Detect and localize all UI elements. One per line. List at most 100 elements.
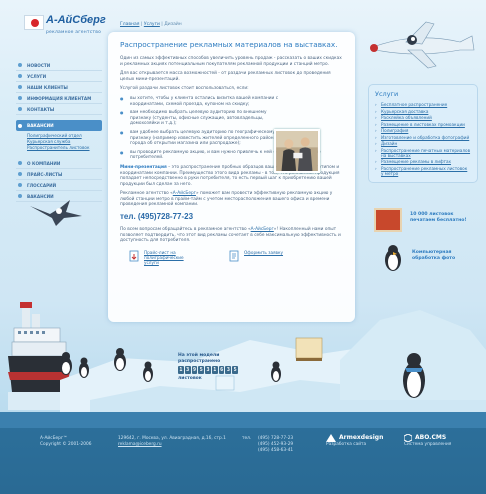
- action-label: Оформить заявку: [244, 249, 284, 255]
- counter-line2: распространено: [178, 358, 221, 364]
- service-link[interactable]: Расклейка объявлений: [375, 115, 471, 120]
- nav-item-prices[interactable]: Прайс-листы: [16, 169, 102, 180]
- promo-text: 10 000 листовок печатаем бесплатно!: [410, 212, 467, 223]
- penguin-icon: [385, 245, 401, 271]
- footer-copyright: Copyright © 2001-2006: [40, 442, 92, 447]
- promo-photo-processing[interactable]: Компьютерная обработка фото: [372, 242, 480, 272]
- nav-item-glossary[interactable]: Глоссарий: [16, 180, 102, 191]
- service-link[interactable]: Полиграфия: [375, 128, 471, 133]
- footer-email-link[interactable]: reklama@iceberg.ru: [118, 442, 226, 448]
- abo-subtitle: Система управления: [404, 442, 452, 447]
- nav-item-services[interactable]: Услуги: [16, 71, 102, 82]
- leaflet-counter: На этой модели распространено 1 3 9 5 3 …: [178, 353, 239, 382]
- contact-paragraph: По всем вопросам обращайтесь в рекламное…: [120, 227, 343, 244]
- counter-line3: листовок: [178, 376, 202, 381]
- brand-subtitle: рекламное агентство: [46, 30, 102, 35]
- nav-subitems: Полиграфический отдел Курьерская служба …: [16, 131, 102, 153]
- box-icon: [374, 208, 402, 232]
- service-link[interactable]: Курьерская доставка: [375, 109, 471, 114]
- form-icon: [229, 250, 239, 262]
- text: По всем вопросам обращайтесь в рекламное…: [120, 227, 251, 233]
- nav-item-contacts[interactable]: Контакты: [16, 104, 102, 115]
- bullet-icon: [18, 74, 22, 78]
- bullet-icon: [18, 183, 22, 187]
- paragraph: Услугой раздачи листовок стоит воспользо…: [120, 86, 249, 92]
- bullet-icon: [18, 107, 22, 111]
- flag-icon: [24, 15, 44, 30]
- promo-free-leaflets[interactable]: 10 000 листовок печатаем бесплатно!: [370, 208, 480, 238]
- service-link[interactable]: Размещение рекламы в лифтах: [375, 159, 471, 164]
- service-link[interactable]: Распространение печатных материалов на в…: [375, 148, 471, 158]
- breadcrumb-current: Дизайн: [164, 22, 182, 27]
- order-link[interactable]: Оформить заявку: [228, 250, 298, 266]
- price-list-link[interactable]: Прайс-лист на полиграфические услуги: [128, 250, 198, 266]
- page-title: Распространение рекламных материалов на …: [120, 40, 338, 49]
- counter-digit: 3: [184, 366, 191, 374]
- abo-credit[interactable]: ABO.CMS Система управления: [404, 434, 451, 448]
- bullet-icon: [18, 194, 22, 198]
- nav-item-info[interactable]: Информация клиентам: [16, 93, 102, 104]
- nav-subitem-distributor[interactable]: Распространитель листовок: [27, 145, 102, 151]
- bullet-icon: [18, 63, 22, 67]
- main-content: Распространение рекламных материалов на …: [108, 32, 355, 322]
- nav-item-vacancies-active[interactable]: Вакансии: [16, 120, 102, 131]
- footer-tel-label: тел.: [242, 436, 252, 441]
- document-icon: [129, 250, 139, 262]
- list-item: вам необходимо выбрать целевую аудиторию…: [120, 110, 280, 127]
- counter-digit: 1: [211, 366, 218, 374]
- breadcrumb-services[interactable]: Услуги: [144, 22, 160, 27]
- nav-label: Контакты: [27, 106, 55, 112]
- bird-illustration: [30, 200, 82, 226]
- nav-label: Наши клиенты: [27, 84, 68, 90]
- intro-paragraph: Один из самых эффективных способов увели…: [120, 56, 342, 67]
- nav-label: Прайс-листы: [27, 171, 63, 177]
- footer-company: А-АйсБерг™ Copyright © 2001-2006: [40, 436, 91, 448]
- bullet-icon: [18, 123, 22, 128]
- counter-digits: 1 3 9 5 3 1 6 3 5: [178, 366, 239, 374]
- counter-digit: 5: [198, 366, 205, 374]
- armex-credit[interactable]: Armexdesign Разработка сайта: [326, 434, 383, 448]
- service-link[interactable]: Размещение в листовках промоакции: [375, 122, 471, 127]
- list-item: вам удобнее выбрать целевую аудиторию по…: [120, 130, 280, 147]
- agency-paragraph: Рекламное агентство «А-АйсБерг» поможет …: [120, 191, 343, 208]
- service-link[interactable]: Распространение рекламных листовок у мет…: [375, 166, 471, 176]
- actions: Прайс-лист на полиграфические услуги Офо…: [120, 250, 343, 266]
- service-link[interactable]: Дизайн: [375, 141, 471, 146]
- brand-name: А-АйСберг: [46, 14, 106, 26]
- bullet-icon: [18, 172, 22, 176]
- counter-digit: 1: [178, 366, 184, 374]
- nav-item-clients[interactable]: Наши клиенты: [16, 82, 102, 93]
- counter-digit: 3: [205, 366, 211, 374]
- list-item: вы хотите, чтобы у клиента остались визи…: [120, 96, 280, 107]
- agency-link[interactable]: А-АйсБерг: [173, 191, 196, 196]
- text: Рекламное агентство «: [120, 191, 173, 197]
- service-link[interactable]: Изготовление и обработка фотографий: [375, 135, 471, 140]
- nav-label: Новости: [27, 62, 51, 68]
- breadcrumb-home[interactable]: Главная: [120, 22, 139, 27]
- reasons-list: вы хотите, чтобы у клиента остались визи…: [120, 96, 321, 161]
- action-label: Прайс-лист на полиграфические услуги: [144, 249, 184, 266]
- paragraph: Для вас открывается масса возможностей -…: [120, 71, 331, 82]
- agency-link[interactable]: А-АйсБерг: [251, 227, 274, 232]
- service-link[interactable]: Бесплатное распространение: [375, 102, 471, 107]
- services-panel: Услуги Бесплатное распространение Курьер…: [368, 84, 478, 183]
- abo-name: ABO.CMS: [415, 434, 447, 441]
- counter-digit: 5: [232, 366, 239, 374]
- bullet-icon: [18, 161, 22, 165]
- footer-phones: (495) 728-77-23 (495) 452-93-29 (495) 45…: [258, 436, 293, 454]
- bullet-icon: [18, 96, 22, 100]
- services-title: Услуги: [375, 90, 399, 98]
- counter-digit: 3: [225, 366, 232, 374]
- armex-subtitle: Разработка сайта: [326, 442, 367, 447]
- nav-item-about[interactable]: О компании: [16, 158, 102, 169]
- abo-logo-icon: [404, 434, 412, 442]
- breadcrumb: Главная | Услуги | Дизайн: [120, 22, 182, 27]
- nav-item-news[interactable]: Новости: [16, 60, 102, 71]
- logo[interactable]: А-АйСберг рекламное агентство: [16, 12, 106, 50]
- counter-digit: 6: [218, 366, 225, 374]
- photo-image: [274, 129, 320, 173]
- armex-name: Armexdesign: [339, 434, 384, 441]
- nav-label: Информация клиентам: [27, 95, 92, 101]
- footer: А-АйсБерг™ Copyright © 2001-2006 129642,…: [0, 428, 486, 494]
- counter-digit: 9: [191, 366, 198, 374]
